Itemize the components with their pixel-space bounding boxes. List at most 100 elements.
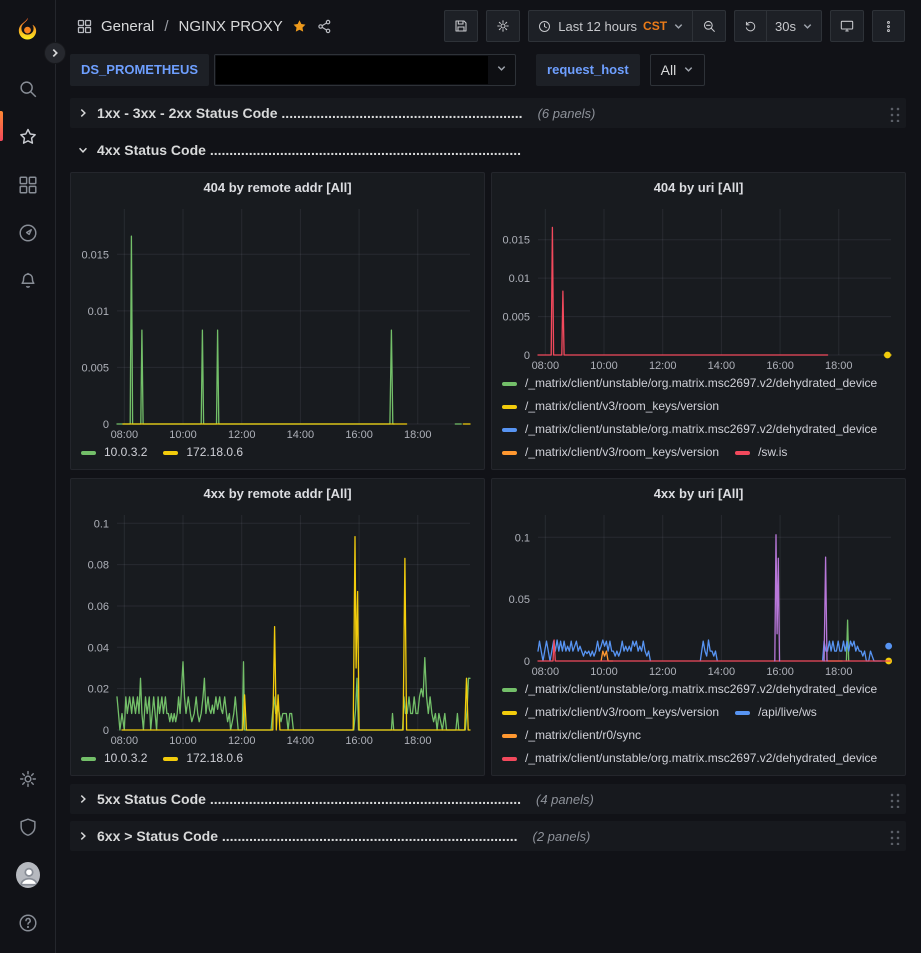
time-range-picker[interactable]: Last 12 hours CST (528, 10, 692, 42)
time-series-chart[interactable]: 00.050.108:0010:0012:0014:0016:0018:00 (492, 507, 905, 679)
legend-item[interactable]: /api/live/ws (735, 704, 817, 721)
legend-label: /_matrix/client/unstable/org.matrix.msc2… (525, 375, 877, 392)
refresh-controls: 30s (734, 10, 822, 42)
variable-value-request-host[interactable]: All (650, 54, 706, 86)
drag-handle-icon[interactable] (888, 791, 900, 808)
breadcrumb-folder[interactable]: General (101, 18, 154, 35)
dashboards-icon[interactable] (16, 173, 40, 197)
legend-item[interactable]: /_matrix/client/v3/room_keys/version (502, 398, 719, 415)
svg-text:18:00: 18:00 (404, 735, 432, 747)
breadcrumb: General / NGINX PROXY (76, 18, 333, 35)
legend-item[interactable]: /_matrix/client/unstable/org.matrix.msc2… (502, 421, 877, 438)
svg-text:0.005: 0.005 (81, 362, 109, 374)
explore-compass-icon[interactable] (16, 221, 40, 245)
svg-text:10:00: 10:00 (590, 360, 618, 372)
dashboard-settings-button[interactable] (486, 10, 520, 42)
panel-title[interactable]: 4xx by uri [All] (492, 479, 905, 507)
dashboard-body: 1xx - 3xx - 2xx Status Code ............… (56, 94, 921, 953)
legend-item[interactable]: /_matrix/client/unstable/org.matrix.msc2… (502, 750, 877, 767)
page-title[interactable]: NGINX PROXY (179, 18, 283, 35)
variable-selected-value: All (661, 62, 677, 78)
sidebar (0, 0, 56, 953)
redacted-value (216, 56, 488, 84)
variable-value-ds-prometheus[interactable] (214, 54, 516, 86)
refresh-icon[interactable] (734, 10, 766, 42)
settings-gear-icon[interactable] (16, 767, 40, 791)
legend-item[interactable]: /_matrix/client/r0/sync (502, 727, 641, 744)
legend-swatch (502, 734, 517, 738)
svg-text:08:00: 08:00 (111, 735, 139, 747)
time-series-chart[interactable]: 00.020.040.060.080.108:0010:0012:0014:00… (71, 507, 484, 748)
more-options-button[interactable] (872, 10, 905, 42)
panel-404-by-uri: 404 by uri [All] 00.0050.010.01508:0010:… (491, 172, 906, 470)
legend-item[interactable]: /sw.is (735, 444, 787, 461)
dashboard-header: General / NGINX PROXY (56, 0, 921, 52)
row-1xx-3xx-2xx-status-code[interactable]: 1xx - 3xx - 2xx Status Code ............… (70, 98, 906, 128)
legend-swatch (502, 451, 517, 455)
legend: 10.0.3.2 172.18.0.6 (71, 748, 484, 775)
save-dashboard-button[interactable] (444, 10, 478, 42)
panel-title[interactable]: 404 by uri [All] (492, 173, 905, 201)
legend-item[interactable]: /_matrix/client/v3/room_keys/version (502, 444, 719, 461)
grafana-logo[interactable] (14, 16, 41, 43)
legend-item[interactable]: /_matrix/client/unstable/org.matrix.msc2… (502, 681, 877, 698)
refresh-interval-label: 30s (775, 19, 796, 34)
row-title: 1xx - 3xx - 2xx Status Code ............… (97, 105, 523, 121)
legend-item[interactable]: /_matrix/client/v3/room_keys/version (502, 704, 719, 721)
time-series-chart[interactable]: 00.0050.010.01508:0010:0012:0014:0016:00… (71, 201, 484, 442)
user-avatar[interactable] (16, 863, 40, 887)
drag-handle-icon[interactable] (888, 105, 900, 122)
chevron-down-icon (488, 61, 515, 79)
cycle-view-mode-button[interactable] (830, 10, 864, 42)
variables-bar: DS_PROMETHEUS request_host All (56, 52, 921, 94)
legend-item[interactable]: 10.0.3.2 (81, 444, 147, 461)
refresh-interval-picker[interactable]: 30s (766, 10, 822, 42)
row-5xx-status-code[interactable]: 5xx Status Code ........................… (70, 784, 906, 814)
legend-item[interactable]: 172.18.0.6 (163, 750, 243, 767)
sidebar-expand-button[interactable] (44, 42, 66, 64)
legend-item[interactable]: 172.18.0.6 (163, 444, 243, 461)
legend-swatch (735, 711, 750, 715)
row-4xx-status-code[interactable]: 4xx Status Code ........................… (70, 135, 906, 165)
panel-4xx-by-uri: 4xx by uri [All] 00.050.108:0010:0012:00… (491, 478, 906, 776)
legend-swatch (502, 688, 517, 692)
svg-text:16:00: 16:00 (345, 429, 373, 441)
legend: 10.0.3.2 172.18.0.6 (71, 442, 484, 469)
time-series-chart[interactable]: 00.0050.010.01508:0010:0012:0014:0016:00… (492, 201, 905, 373)
svg-text:08:00: 08:00 (532, 666, 560, 678)
svg-text:0.005: 0.005 (502, 312, 530, 324)
share-icon[interactable] (316, 18, 333, 35)
svg-text:08:00: 08:00 (111, 429, 139, 441)
time-range-label: Last 12 hours (558, 19, 637, 34)
svg-text:0: 0 (524, 656, 530, 668)
panel-title[interactable]: 4xx by remote addr [All] (71, 479, 484, 507)
legend-item[interactable]: /_matrix/client/unstable/org.matrix.msc2… (502, 375, 877, 392)
help-icon[interactable] (16, 911, 40, 935)
legend-item[interactable]: 10.0.3.2 (81, 750, 147, 767)
legend-label: /_matrix/client/v3/room_keys/version (525, 398, 719, 415)
row-title: 5xx Status Code ........................… (97, 791, 521, 807)
zoom-out-time-button[interactable] (692, 10, 726, 42)
svg-text:10:00: 10:00 (169, 735, 197, 747)
svg-text:10:00: 10:00 (169, 429, 197, 441)
legend-label: /_matrix/client/unstable/org.matrix.msc2… (525, 421, 877, 438)
legend-label: /_matrix/client/v3/room_keys/version (525, 704, 719, 721)
drag-handle-icon[interactable] (888, 828, 900, 845)
legend-swatch (735, 451, 750, 455)
legend-swatch (502, 428, 517, 432)
panel-4xx-by-remote-addr: 4xx by remote addr [All] 00.020.040.060.… (70, 478, 485, 776)
alerting-bell-icon[interactable] (16, 269, 40, 293)
admin-shield-icon[interactable] (16, 815, 40, 839)
svg-text:14:00: 14:00 (287, 735, 315, 747)
grafana-app: General / NGINX PROXY (0, 0, 921, 953)
panel-title[interactable]: 404 by remote addr [All] (71, 173, 484, 201)
sidebar-item-starred[interactable] (16, 125, 40, 149)
svg-text:12:00: 12:00 (228, 429, 256, 441)
row-6xx-status-code[interactable]: 6xx > Status Code ......................… (70, 821, 906, 851)
svg-text:16:00: 16:00 (766, 666, 794, 678)
chevron-down-icon (673, 21, 684, 32)
star-filled-icon[interactable] (291, 18, 308, 35)
search-icon[interactable] (16, 77, 40, 101)
sidebar-bottom (16, 755, 40, 953)
svg-text:0.08: 0.08 (88, 560, 109, 572)
